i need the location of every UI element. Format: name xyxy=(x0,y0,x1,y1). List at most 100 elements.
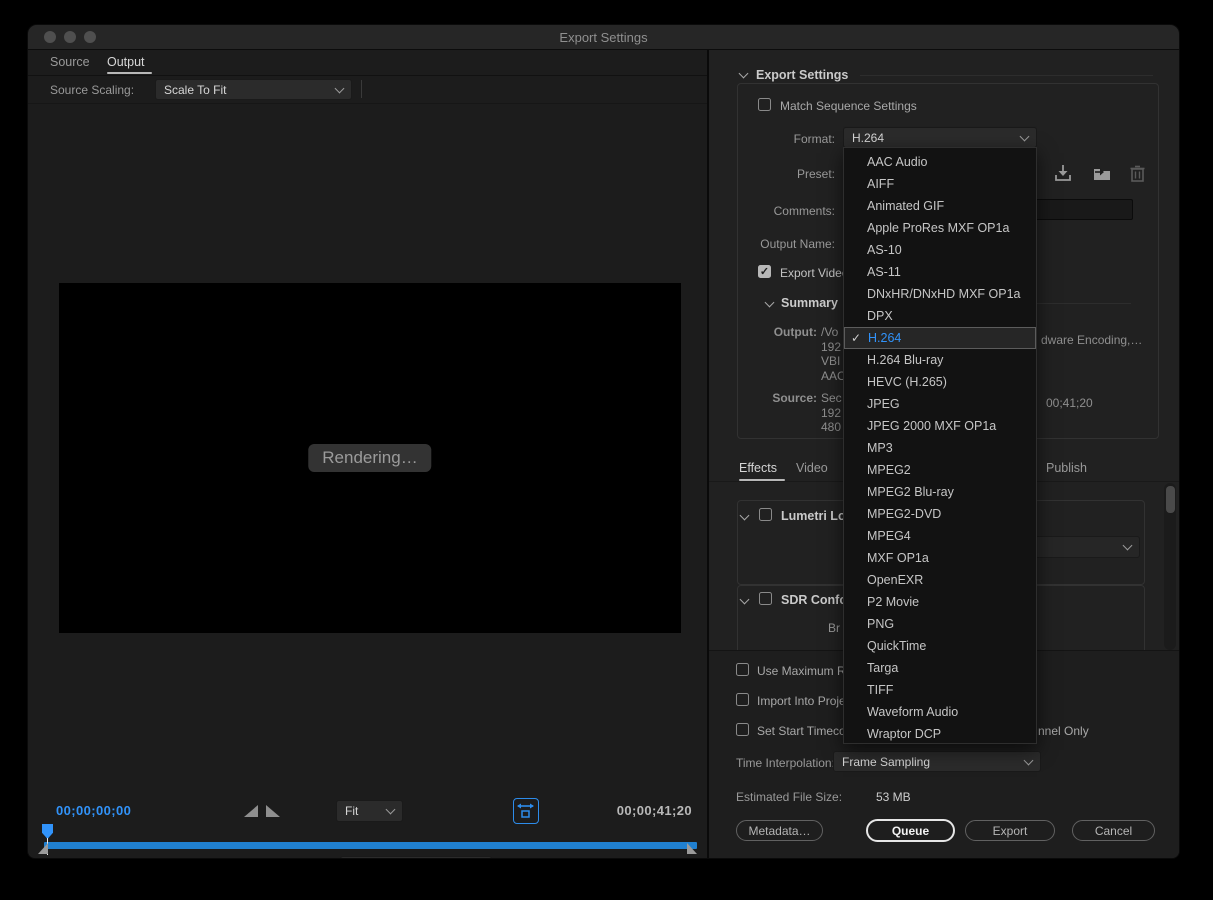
chevron-down-icon xyxy=(1123,541,1133,551)
tab-effects-underline xyxy=(739,479,785,481)
import-into-project-checkbox[interactable] xyxy=(736,693,749,706)
format-menu-item-label: MXF OP1a xyxy=(867,551,929,565)
queue-button-label: Queue xyxy=(892,824,929,838)
save-preset-icon[interactable] xyxy=(1053,163,1073,183)
lumetri-checkbox[interactable] xyxy=(759,508,772,521)
format-menu-item[interactable]: ✓H.264 xyxy=(844,327,1036,349)
format-menu-item-label: JPEG 2000 MXF OP1a xyxy=(867,419,996,433)
format-menu-item[interactable]: QuickTime xyxy=(844,635,1036,657)
sdr-checkbox[interactable] xyxy=(759,592,772,605)
toolbar-divider xyxy=(361,80,362,98)
rendering-status-badge: Rendering… xyxy=(308,444,431,472)
playhead[interactable] xyxy=(42,824,53,839)
export-video-checkbox[interactable]: ✓ xyxy=(758,265,771,278)
format-menu-item[interactable]: MXF OP1a xyxy=(844,547,1036,569)
cancel-button-label: Cancel xyxy=(1095,824,1132,838)
source-scaling-select[interactable]: Scale To Fit xyxy=(155,79,352,100)
chevron-down-icon xyxy=(386,805,396,815)
set-start-timecode-checkbox[interactable] xyxy=(736,723,749,736)
format-menu-item-label: MPEG2 Blu-ray xyxy=(867,485,954,499)
format-menu-item[interactable]: AAC Audio xyxy=(844,151,1036,173)
crop-output-button[interactable] xyxy=(513,798,539,824)
format-menu-item[interactable]: H.264 Blu-ray xyxy=(844,349,1036,371)
format-menu-item[interactable]: PNG xyxy=(844,613,1036,635)
summary-source-line2: 192 xyxy=(821,406,841,420)
format-menu-item[interactable]: MP3 xyxy=(844,437,1036,459)
zoom-level-select[interactable]: Fit xyxy=(336,800,403,822)
output-name-label: Output Name: xyxy=(705,237,835,251)
tab-source[interactable]: Source xyxy=(50,55,90,69)
sdr-label: SDR Conform xyxy=(781,593,845,607)
tab-video[interactable]: Video xyxy=(796,461,828,475)
export-video-label: Export Video xyxy=(780,266,849,280)
format-menu-item[interactable]: DPX xyxy=(844,305,1036,327)
format-select[interactable]: H.264 xyxy=(843,127,1037,148)
current-timecode[interactable]: 00;00;00;00 xyxy=(56,803,131,818)
metadata-button[interactable]: Metadata… xyxy=(736,820,823,841)
tab-output[interactable]: Output xyxy=(107,55,145,69)
crop-output-icon xyxy=(514,799,537,822)
metadata-button-label: Metadata… xyxy=(748,824,810,838)
format-menu-item-label: Apple ProRes MXF OP1a xyxy=(867,221,1009,235)
summary-source-line1: Sec xyxy=(821,391,842,405)
timeline-in-handle[interactable] xyxy=(38,843,48,854)
summary-output-line4: AAC xyxy=(821,369,846,383)
format-menu-item-label: AAC Audio xyxy=(867,155,927,169)
format-menu-item-label: AIFF xyxy=(867,177,894,191)
summary-output-label: Output: xyxy=(717,325,817,339)
format-menu-item-label: JPEG xyxy=(867,397,900,411)
preset-label: Preset: xyxy=(705,167,835,181)
time-interpolation-select[interactable]: Frame Sampling xyxy=(833,751,1041,772)
queue-button[interactable]: Queue xyxy=(866,819,955,842)
chevron-down-icon xyxy=(335,83,345,93)
export-settings-dialog: Export Settings Source Output Source Sca… xyxy=(28,25,1179,858)
summary-source-line3: 480 xyxy=(821,420,841,434)
format-menu-item[interactable]: JPEG 2000 MXF OP1a xyxy=(844,415,1036,437)
format-menu-item[interactable]: Apple ProRes MXF OP1a xyxy=(844,217,1036,239)
format-menu-item[interactable]: Waveform Audio xyxy=(844,701,1036,723)
format-menu-item[interactable]: HEVC (H.265) xyxy=(844,371,1036,393)
format-menu-item[interactable]: MPEG2 Blu-ray xyxy=(844,481,1036,503)
format-menu-item[interactable]: TIFF xyxy=(844,679,1036,701)
delete-preset-icon[interactable] xyxy=(1128,163,1147,184)
chevron-down-icon xyxy=(1024,755,1034,765)
format-menu-item[interactable]: AS-11 xyxy=(844,261,1036,283)
format-menu-item[interactable]: MPEG2 xyxy=(844,459,1036,481)
export-button-label: Export xyxy=(993,824,1028,838)
format-menu-item[interactable]: Wraptor DCP xyxy=(844,723,1036,745)
effects-scrollbar-thumb[interactable] xyxy=(1166,486,1175,513)
summary-fragment-encoding: dware Encoding,… xyxy=(1041,333,1142,347)
format-menu-item[interactable]: Animated GIF xyxy=(844,195,1036,217)
format-menu-item-label: Animated GIF xyxy=(867,199,944,213)
format-menu-item[interactable]: Targa xyxy=(844,657,1036,679)
format-menu-item[interactable]: AIFF xyxy=(844,173,1036,195)
cancel-button[interactable]: Cancel xyxy=(1072,820,1155,841)
use-max-render-checkbox[interactable] xyxy=(736,663,749,676)
set-out-point-icon[interactable] xyxy=(266,805,280,817)
format-menu-item[interactable]: OpenEXR xyxy=(844,569,1036,591)
set-start-timecode-label: Set Start Timecode xyxy=(757,724,843,738)
summary-output-line3: VBI xyxy=(821,354,840,368)
set-in-point-icon[interactable] xyxy=(244,805,258,817)
import-preset-icon[interactable] xyxy=(1092,163,1112,183)
time-interpolation-label: Time Interpolation: xyxy=(736,756,835,770)
export-button[interactable]: Export xyxy=(965,820,1055,841)
format-menu-item-label: H.264 xyxy=(868,331,901,345)
format-menu-item[interactable]: MPEG2-DVD xyxy=(844,503,1036,525)
timeline-bar[interactable] xyxy=(44,842,697,849)
tab-effects[interactable]: Effects xyxy=(739,461,777,475)
format-menu-item-label: Targa xyxy=(867,661,898,675)
format-menu-item[interactable]: AS-10 xyxy=(844,239,1036,261)
source-range-select[interactable]: Sequence In/Out xyxy=(340,856,492,858)
format-menu-item[interactable]: JPEG xyxy=(844,393,1036,415)
format-menu-item[interactable]: MPEG4 xyxy=(844,525,1036,547)
zoom-level-value: Fit xyxy=(345,804,387,818)
format-menu-item-label: OpenEXR xyxy=(867,573,923,587)
summary-fragment-timecode: 00;41;20 xyxy=(1046,396,1093,410)
format-menu: AAC Audio AIFF Animated GIF Apple ProRes MX… xyxy=(843,147,1037,744)
match-sequence-checkbox[interactable] xyxy=(758,98,771,111)
format-menu-item[interactable]: DNxHR/DNxHD MXF OP1a xyxy=(844,283,1036,305)
format-menu-item-label: MPEG4 xyxy=(867,529,911,543)
tab-publish[interactable]: Publish xyxy=(1046,461,1087,475)
format-menu-item[interactable]: P2 Movie xyxy=(844,591,1036,613)
